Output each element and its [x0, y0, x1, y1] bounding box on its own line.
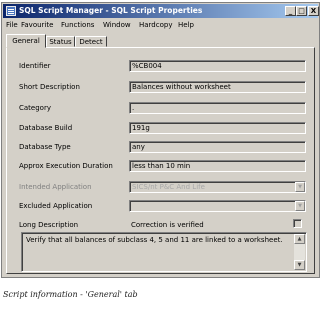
menu-window[interactable]: Window — [103, 20, 131, 31]
menu-hardcopy[interactable]: Hardcopy — [139, 20, 172, 31]
identifier-label: Identifier — [19, 62, 51, 70]
short-description-label: Short Description — [19, 83, 80, 91]
correction-verified-label: Correction is verified — [131, 221, 204, 229]
intended-application-select[interactable]: SICS/nt P&C And Life ▼ — [129, 181, 306, 193]
approx-execution-duration-label: Approx Execution Duration — [19, 162, 113, 170]
chevron-down-icon[interactable]: ▼ — [295, 182, 305, 192]
excluded-application-label: Excluded Application — [19, 202, 93, 210]
short-description-field[interactable]: Balances without worksheet — [129, 81, 306, 93]
intended-application-value: SICS/nt P&C And Life — [132, 183, 205, 191]
window-title: SQL Script Manager - SQL Script Properti… — [19, 6, 203, 15]
identifier-field[interactable]: %CB004 — [129, 60, 306, 72]
chevron-down-icon[interactable]: ▼ — [295, 201, 305, 211]
menu-favourite[interactable]: Favourite — [21, 20, 53, 31]
close-button[interactable]: X — [308, 6, 319, 16]
minimize-button[interactable]: _ — [285, 6, 296, 16]
long-description-text: Verify that all balances of subclass 4, … — [26, 236, 283, 244]
long-description-label: Long Description — [19, 221, 79, 229]
intended-application-label: Intended Application — [19, 183, 92, 191]
category-label: Category — [19, 104, 51, 112]
correction-verified-checkbox[interactable] — [293, 219, 302, 228]
figure-caption: Script information - 'General' tab — [3, 290, 138, 299]
title-bar[interactable]: SQL Script Manager - SQL Script Properti… — [3, 4, 319, 18]
database-build-label: Database Build — [19, 124, 73, 132]
database-type-field[interactable]: any — [129, 141, 306, 153]
long-description-textarea[interactable]: Verify that all balances of subclass 4, … — [21, 232, 307, 272]
app-icon — [6, 6, 16, 16]
tab-status[interactable]: Status — [46, 36, 75, 47]
approx-execution-duration-field[interactable]: less than 10 min — [129, 160, 306, 172]
vertical-scrollbar[interactable]: ▲ ▼ — [294, 234, 305, 270]
excluded-application-select[interactable]: ▼ — [129, 200, 306, 212]
menu-help[interactable]: Help — [178, 20, 194, 31]
scroll-down-icon[interactable]: ▼ — [294, 260, 305, 270]
tab-general[interactable]: General — [6, 34, 46, 48]
database-build-field[interactable]: 191g — [129, 122, 306, 134]
menu-file[interactable]: File — [6, 20, 18, 31]
maximize-button[interactable]: □ — [296, 6, 307, 16]
category-field[interactable]: . — [129, 102, 306, 114]
scroll-up-icon[interactable]: ▲ — [294, 234, 305, 244]
database-type-label: Database Type — [19, 143, 71, 151]
menu-functions[interactable]: Functions — [61, 20, 94, 31]
script-properties-window: SQL Script Manager - SQL Script Properti… — [1, 2, 320, 278]
tab-detect[interactable]: Detect — [75, 36, 107, 47]
